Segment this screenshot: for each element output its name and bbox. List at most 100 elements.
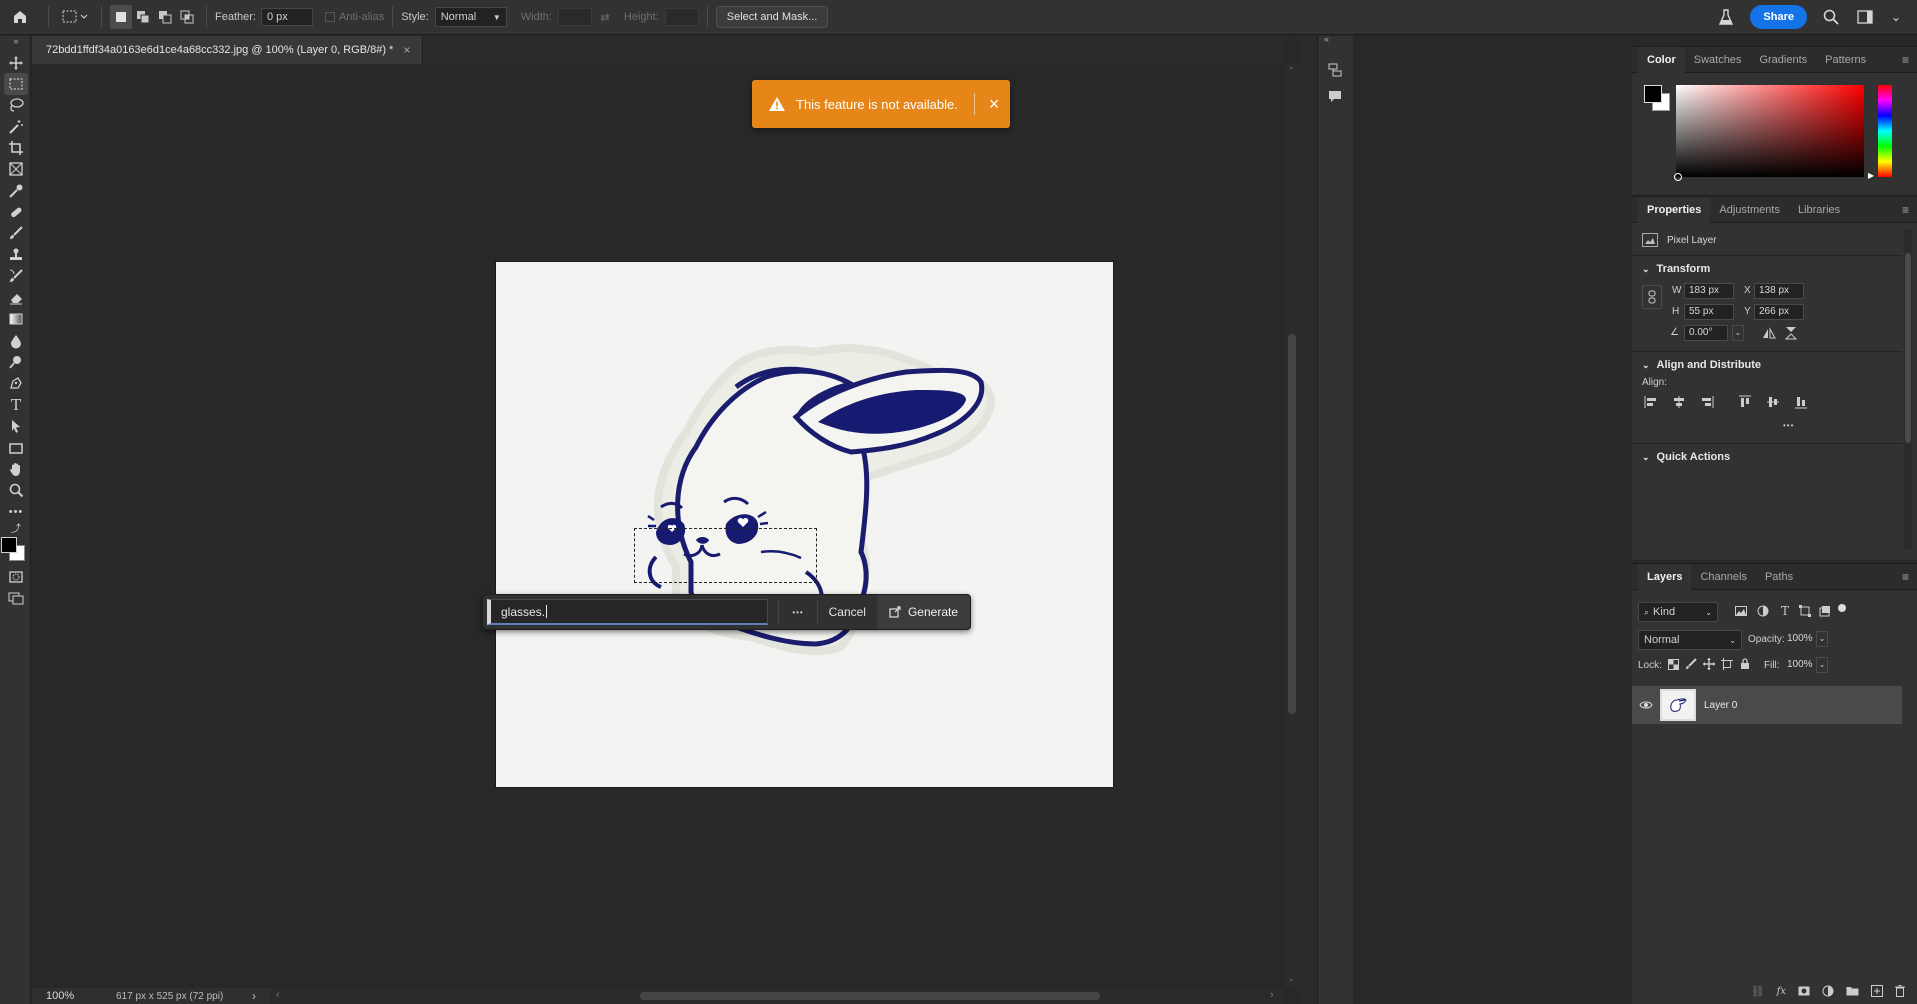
add-mask-icon[interactable]	[1798, 986, 1810, 996]
y-position-field[interactable]: 266 px	[1754, 304, 1804, 320]
collapse-toolbar-icon[interactable]: »	[4, 36, 28, 46]
scroll-down-icon[interactable]: ⌄	[1288, 974, 1295, 983]
zoom-level[interactable]: 100%	[32, 990, 84, 1002]
opacity-field[interactable]: 100%	[1782, 631, 1814, 647]
close-icon[interactable]: ×	[989, 94, 1000, 115]
hue-slider[interactable]	[1878, 85, 1892, 177]
fx-icon[interactable]: fx	[1777, 986, 1786, 997]
new-group-icon[interactable]	[1846, 986, 1859, 996]
prompt-input[interactable]: glasses.	[487, 599, 769, 625]
tab-swatches[interactable]: Swatches	[1685, 47, 1751, 73]
comments-panel-icon[interactable]	[1324, 86, 1346, 106]
lasso-tool-icon[interactable]	[4, 94, 28, 116]
scroll-right-icon[interactable]: ›	[1270, 989, 1274, 1001]
panel-menu-icon[interactable]: ≡	[1902, 53, 1909, 67]
lock-transparent-pixels-icon[interactable]	[1666, 657, 1680, 671]
chevron-down-icon[interactable]: ⌄	[1732, 325, 1744, 341]
hue-slider-handle[interactable]: ▶	[1868, 171, 1874, 180]
width-field[interactable]: 183 px	[1684, 283, 1734, 299]
document-canvas-image[interactable]	[496, 262, 1113, 787]
more-options-icon[interactable]: •••	[779, 608, 816, 617]
filter-pixel-icon[interactable]	[1734, 604, 1748, 618]
panel-menu-icon[interactable]: ≡	[1902, 570, 1909, 584]
subtract-from-selection-icon[interactable]	[154, 5, 176, 29]
swap-colors-icon[interactable]: ⤴	[4, 520, 28, 535]
lock-image-pixels-icon[interactable]	[1684, 657, 1698, 671]
intersect-selection-icon[interactable]	[176, 5, 198, 29]
rect-marquee-tool-icon[interactable]	[4, 73, 28, 95]
filter-type-icon[interactable]: T	[1778, 604, 1792, 618]
transform-section-header[interactable]: ⌄ Transform	[1642, 263, 1710, 275]
dodge-tool-icon[interactable]	[4, 351, 28, 373]
filter-adjustment-icon[interactable]	[1756, 604, 1770, 618]
link-layers-icon[interactable]: ⛓	[1751, 985, 1765, 998]
hand-tool-icon[interactable]	[4, 458, 28, 480]
angle-field[interactable]: 0.00°	[1684, 325, 1728, 341]
selection-marquee[interactable]	[634, 528, 817, 583]
crop-tool-icon[interactable]	[4, 137, 28, 159]
tab-layers[interactable]: Layers	[1638, 563, 1692, 590]
align-bottom-edges-icon[interactable]	[1792, 393, 1810, 411]
gradient-tool-icon[interactable]	[4, 308, 28, 330]
type-tool-icon[interactable]: T	[4, 394, 28, 416]
scroll-up-icon[interactable]: ⌃	[1288, 66, 1295, 75]
history-brush-tool-icon[interactable]	[4, 265, 28, 287]
align-right-edges-icon[interactable]	[1698, 393, 1716, 411]
search-icon[interactable]	[1821, 5, 1841, 29]
link-dimensions-icon[interactable]	[1642, 285, 1662, 309]
screen-mode-icon[interactable]	[4, 587, 28, 609]
history-panel-icon[interactable]	[1324, 60, 1346, 80]
delete-layer-icon[interactable]	[1895, 985, 1905, 997]
brush-tool-icon[interactable]	[4, 222, 28, 244]
tab-color[interactable]: Color	[1638, 46, 1685, 73]
chevron-down-icon[interactable]: ⌄	[1816, 657, 1828, 673]
zoom-tool-icon[interactable]	[4, 479, 28, 501]
color-picker-field[interactable]	[1676, 85, 1864, 177]
collapse-panels-icon[interactable]: «	[1324, 34, 1329, 44]
new-adjustment-layer-icon[interactable]	[1822, 985, 1834, 997]
foreground-color-swatch[interactable]	[1, 537, 17, 553]
height-input[interactable]	[664, 8, 699, 26]
color-picker-handle[interactable]	[1674, 173, 1682, 181]
share-button[interactable]: Share	[1750, 5, 1807, 29]
tab-patterns[interactable]: Patterns	[1816, 47, 1875, 73]
tab-channels[interactable]: Channels	[1691, 564, 1755, 590]
feather-input[interactable]: 0 px	[260, 8, 313, 26]
select-and-mask-button[interactable]: Select and Mask...	[715, 6, 829, 28]
vertical-scroll-thumb[interactable]	[1288, 334, 1296, 714]
fill-field[interactable]: 100%	[1782, 657, 1814, 673]
path-selection-tool-icon[interactable]	[4, 415, 28, 437]
tab-paths[interactable]: Paths	[1756, 564, 1802, 590]
blend-mode-select[interactable]: Normal ⌄	[1638, 630, 1742, 650]
flip-vertical-icon[interactable]	[1782, 325, 1800, 341]
eyedropper-tool-icon[interactable]	[4, 180, 28, 202]
vertical-scrollbar[interactable]: ⌃ ⌄	[1285, 64, 1299, 988]
lock-artboard-icon[interactable]	[1720, 657, 1734, 671]
width-input[interactable]	[557, 8, 592, 26]
flip-horizontal-icon[interactable]	[1760, 325, 1778, 341]
home-icon[interactable]	[0, 5, 40, 29]
more-align-options-icon[interactable]: •••	[1783, 421, 1794, 430]
blur-tool-icon[interactable]	[4, 330, 28, 352]
chevron-down-icon[interactable]: ⌄	[1889, 5, 1903, 29]
eye-icon[interactable]	[1632, 700, 1660, 710]
style-select[interactable]: Normal ▼	[434, 7, 507, 27]
quick-actions-section-header[interactable]: ⌄ Quick Actions	[1642, 451, 1730, 463]
healing-brush-tool-icon[interactable]	[4, 201, 28, 223]
rect-marquee-preset-icon[interactable]	[57, 5, 93, 29]
antialias-checkbox[interactable]	[324, 12, 335, 22]
scroll-left-icon[interactable]: ‹	[276, 989, 280, 1001]
clone-stamp-tool-icon[interactable]	[4, 244, 28, 266]
lock-all-icon[interactable]	[1738, 657, 1752, 671]
x-position-field[interactable]: 138 px	[1754, 283, 1804, 299]
close-tab-icon[interactable]: ×	[403, 43, 410, 57]
layer-filter-select[interactable]: ⌕ Kind ⌄	[1638, 602, 1718, 622]
frame-tool-icon[interactable]	[4, 158, 28, 180]
rectangle-tool-icon[interactable]	[4, 437, 28, 459]
align-section-header[interactable]: ⌄ Align and Distribute	[1642, 359, 1761, 371]
move-tool-icon[interactable]	[4, 52, 28, 74]
panel-menu-icon[interactable]: ≡	[1902, 203, 1909, 217]
align-left-edges-icon[interactable]	[1642, 393, 1660, 411]
quick-mask-icon[interactable]	[4, 566, 28, 588]
lock-position-icon[interactable]	[1702, 657, 1716, 671]
